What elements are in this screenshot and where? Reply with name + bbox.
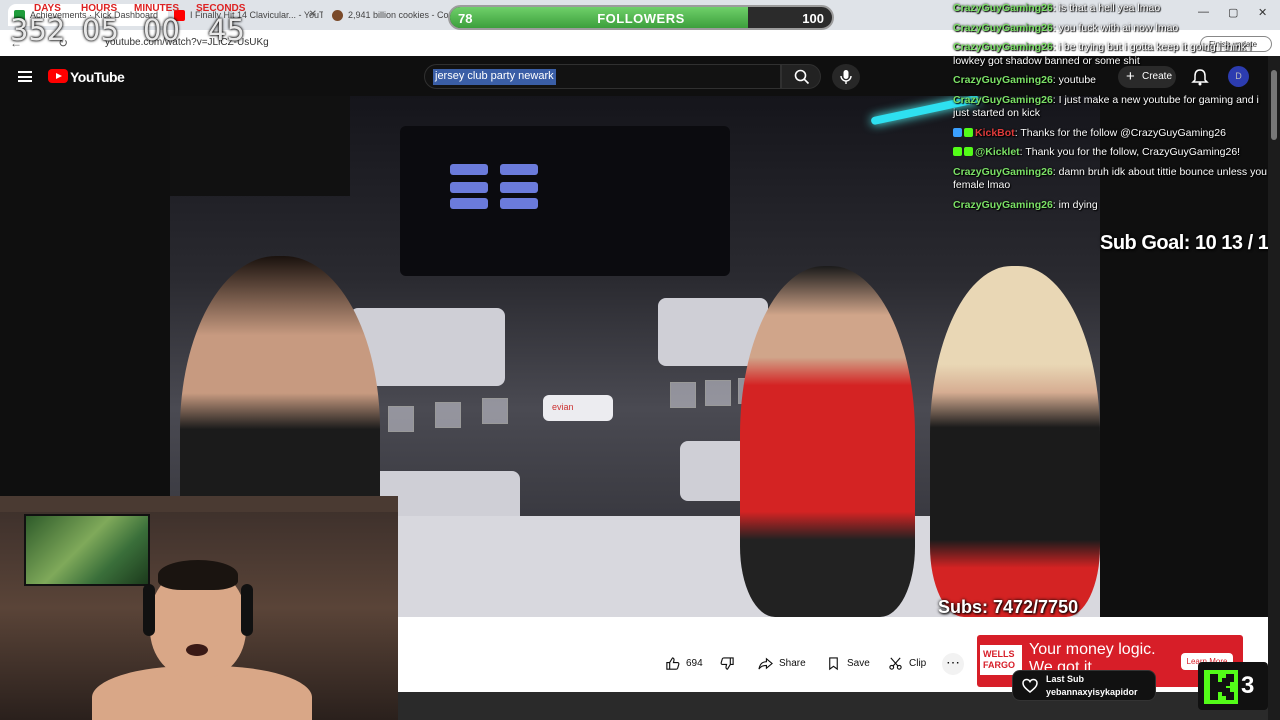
last-sub-name: yebannaxyisykapidor (1046, 687, 1138, 697)
chat-username[interactable]: CrazyGuyGaming26 (953, 22, 1053, 34)
followers-goal: 100 (802, 11, 824, 26)
video-water-bottle: evian (543, 395, 613, 421)
chat-message: @Kicklet: Thank you for the follow, Craz… (953, 146, 1275, 160)
microphone-icon (840, 70, 852, 84)
kick-logo-icon (1204, 670, 1238, 704)
chat-username[interactable]: CrazyGuyGaming26 (953, 41, 1053, 53)
scrollbar-thumb[interactable] (1271, 70, 1277, 140)
chat-text: is that a hell yea lmao (1055, 2, 1161, 14)
chat-text: you fuck with ai now lmao (1055, 21, 1179, 34)
headphones-icon (241, 584, 253, 636)
chat-username[interactable]: CrazyGuyGaming26 (953, 166, 1053, 178)
chat-username[interactable]: CrazyGuyGaming26 (953, 94, 1053, 106)
chat-badge-icon (953, 147, 962, 156)
video-glass (388, 406, 414, 432)
share-icon (758, 657, 773, 669)
subs-counter: Subs: 7472/7750 (938, 597, 1079, 617)
clip-button[interactable]: Clip (888, 652, 926, 674)
search-input[interactable]: jersey club party newark (433, 69, 556, 85)
video-ceiling-light (500, 164, 538, 175)
chat-username[interactable]: @Kicklet (975, 146, 1020, 158)
followers-goal-bar: 78 FOLLOWERS 100 (448, 5, 834, 30)
chat-text: Thank you for the follow, CrazyGuyGaming… (1022, 146, 1241, 158)
cookie-favicon-icon (332, 10, 343, 21)
webcam-ceiling (0, 496, 398, 512)
followers-label: FOLLOWERS (597, 11, 685, 26)
chat-overlay: CrazyGuyGaming26: is that a hell yea lma… (953, 2, 1275, 218)
chat-message: CrazyGuyGaming26: youtube (953, 74, 1275, 88)
headphones-icon (143, 584, 155, 636)
chat-text: im dying (1055, 198, 1098, 211)
save-button[interactable]: Save (826, 652, 870, 674)
chat-message: KickBot: Thanks for the follow @CrazyGuy… (953, 127, 1275, 141)
video-person-middle (740, 266, 915, 617)
like-button[interactable]: 694 (665, 652, 703, 674)
countdown-minutes: 00 (143, 13, 180, 47)
chat-username[interactable]: CrazyGuyGaming26 (953, 2, 1053, 14)
webcam-streamer-mouth (186, 644, 208, 656)
video-ceiling-light (500, 182, 538, 193)
chat-username[interactable]: CrazyGuyGaming26 (953, 199, 1053, 211)
chat-badge-icon (964, 127, 973, 137)
chat-message: CrazyGuyGaming26: im dying (953, 199, 1275, 213)
video-ceiling-light (450, 198, 488, 209)
youtube-brand[interactable]: YouTube (70, 69, 125, 85)
last-sub-label: Last Sub (1046, 674, 1085, 684)
heart-icon (1022, 678, 1038, 693)
countdown-days: 352 (10, 13, 66, 47)
chat-message: CrazyGuyGaming26: i be trying but i gott… (953, 41, 1275, 68)
chat-username[interactable]: CrazyGuyGaming26 (953, 74, 1053, 86)
video-ceiling-light (450, 164, 488, 175)
kick-count: 3 (1241, 672, 1255, 699)
video-person-right (930, 266, 1100, 617)
chat-badge-icon (964, 147, 973, 156)
scissors-icon (889, 657, 902, 670)
chat-badge-icon (953, 127, 962, 137)
share-button[interactable]: Share (758, 652, 806, 674)
countdown-overlay: DAYS HOURS MINUTES SECONDS 352 05 00 45 (0, 0, 250, 48)
close-tab-icon[interactable]: ✕ (309, 9, 317, 20)
video-glass (705, 380, 731, 406)
chat-message: CrazyGuyGaming26: I just make a new yout… (953, 94, 1275, 121)
thumbs-up-icon (666, 656, 680, 670)
chat-text: Thanks for the follow @CrazyGuyGaming26 (1017, 126, 1226, 139)
kick-badge: 3 (1198, 662, 1268, 710)
bookmark-icon (829, 656, 838, 670)
sub-goal-counter: Sub Goal: 10 13 / 15 (1100, 232, 1279, 254)
search-icon (794, 69, 810, 85)
search-button[interactable] (781, 64, 821, 89)
voice-search-button[interactable] (832, 64, 860, 90)
video-ceiling-light (450, 182, 488, 193)
chat-username[interactable]: KickBot (975, 127, 1015, 139)
chat-text: youtube (1055, 74, 1097, 86)
dislike-button[interactable] (720, 652, 735, 674)
webcam-streamer-hair (158, 560, 238, 590)
youtube-logo-icon[interactable] (48, 69, 68, 83)
clip-label: Clip (909, 657, 927, 669)
webcam-tv-screen (24, 514, 150, 586)
menu-icon[interactable] (18, 71, 32, 82)
chat-message: CrazyGuyGaming26: you fuck with ai now l… (953, 22, 1275, 36)
search-box[interactable]: jersey club party newark (424, 64, 781, 89)
video-ceiling-light (500, 198, 538, 209)
save-label: Save (847, 657, 870, 669)
more-actions-icon[interactable]: ⋯ (942, 653, 964, 675)
video-glass (435, 402, 461, 428)
chat-message: CrazyGuyGaming26: is that a hell yea lma… (953, 2, 1275, 16)
share-label: Share (779, 657, 806, 669)
chat-message: CrazyGuyGaming26: damn bruh idk about ti… (953, 166, 1275, 193)
thumbs-down-icon (720, 656, 734, 670)
streamer-webcam (0, 496, 398, 720)
page-scrollbar[interactable] (1268, 56, 1280, 720)
video-glass (670, 382, 696, 408)
video-glass (482, 398, 508, 424)
like-count: 694 (686, 657, 703, 669)
video-blurred-window (170, 96, 350, 196)
countdown-seconds: 45 (208, 13, 245, 47)
last-sub-widget: Last Sub yebannaxyisykapidor (1012, 670, 1156, 701)
countdown-hours: 05 (82, 13, 119, 47)
